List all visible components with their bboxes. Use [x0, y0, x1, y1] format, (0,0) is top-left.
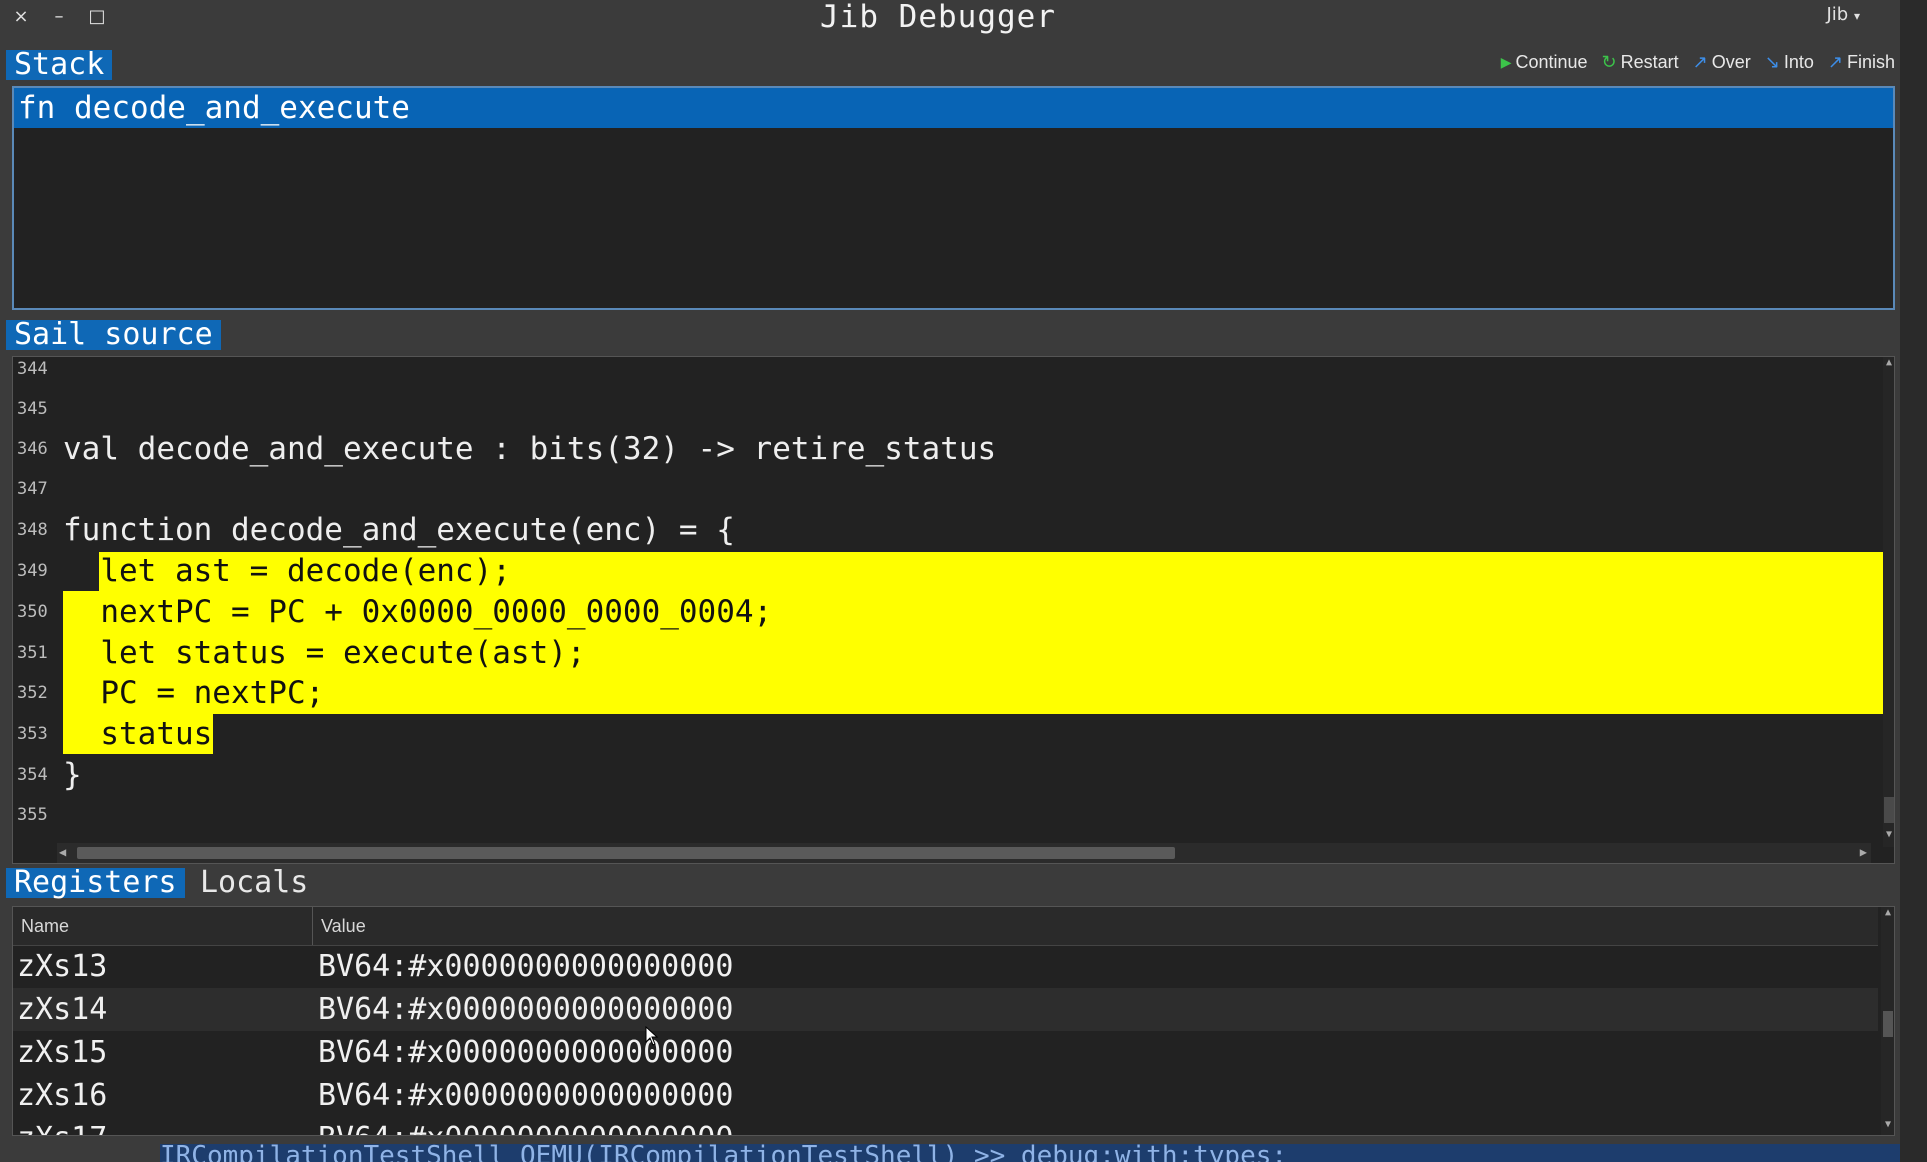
- window-title: Jib Debugger: [820, 0, 1056, 35]
- register-name: zXs16: [17, 1078, 108, 1113]
- source-line: 352 PC = nextPC;: [13, 673, 1871, 713]
- source-line: 354 }: [13, 755, 1871, 795]
- source-line: 355: [13, 795, 1871, 835]
- line-code: let status = execute(ast);: [63, 635, 586, 671]
- window-menu-label: Jib: [1826, 4, 1849, 25]
- source-line: 349 let ast = decode(enc);: [13, 551, 1871, 591]
- restart-button[interactable]: ↻ Restart: [1602, 52, 1679, 73]
- table-row[interactable]: zXs15 BV64:#x0000000000000000: [13, 1031, 1878, 1074]
- line-code: status: [63, 716, 213, 752]
- register-value: BV64:#x0000000000000000: [318, 992, 734, 1027]
- chevron-down-icon[interactable]: ▼: [1881, 1119, 1894, 1130]
- register-value: BV64:#x0000000000000000: [318, 949, 734, 984]
- source-line: 348 function decode_and_execute(enc) = {: [13, 510, 1871, 550]
- line-number: 353: [17, 724, 48, 744]
- line-code: }: [63, 757, 82, 793]
- register-name: zXs14: [17, 992, 108, 1027]
- line-number: 345: [17, 399, 48, 419]
- table-row[interactable]: zXs17 BV64:#x0000000000000000: [13, 1117, 1878, 1135]
- line-number: 352: [17, 683, 48, 703]
- line-code: PC = nextPC;: [63, 675, 325, 711]
- continue-button[interactable]: ▶ Continue: [1501, 52, 1588, 73]
- register-name: zXs15: [17, 1035, 108, 1070]
- line-number: 346: [17, 439, 48, 459]
- tab-registers[interactable]: Registers: [6, 868, 185, 898]
- register-name: zXs13: [17, 949, 108, 984]
- source-editor[interactable]: 344 345 346 val decode_and_execute : bit…: [12, 356, 1895, 864]
- into-label: Into: [1783, 52, 1814, 72]
- registers-vscroll-thumb[interactable]: [1883, 1011, 1893, 1037]
- table-header: Name Value: [13, 907, 1878, 946]
- chevron-right-icon[interactable]: ▶: [1860, 845, 1867, 859]
- chevron-up-icon[interactable]: ▲: [1881, 907, 1894, 918]
- step-over-button[interactable]: ↗ Over: [1693, 52, 1751, 73]
- play-icon: ▶: [1500, 54, 1512, 70]
- restart-icon: ↻: [1601, 52, 1617, 72]
- source-vertical-scrollbar[interactable]: ▲ ▼: [1883, 357, 1894, 847]
- chevron-down-icon[interactable]: ▼: [1883, 829, 1894, 843]
- source-vscroll-thumb[interactable]: [1884, 797, 1894, 823]
- source-line: 346 val decode_and_execute : bits(32) ->…: [13, 429, 1871, 469]
- table-row[interactable]: zXs13 BV64:#x0000000000000000: [13, 945, 1878, 988]
- source-hscroll-thumb[interactable]: [77, 847, 1175, 859]
- chevron-up-icon[interactable]: ▲: [1883, 357, 1894, 371]
- source-line: 347: [13, 469, 1871, 509]
- step-into-button[interactable]: ↘ Into: [1765, 52, 1814, 73]
- chevron-down-icon: ▾: [1853, 9, 1860, 23]
- table-row[interactable]: zXs16 BV64:#x0000000000000000: [13, 1074, 1878, 1117]
- line-number: 344: [17, 359, 48, 379]
- register-value: BV64:#x0000000000000000: [318, 1117, 733, 1135]
- registers-table: Name Value zXs13 BV64:#x0000000000000000…: [12, 906, 1895, 1136]
- finish-button[interactable]: ↗ Finish: [1828, 52, 1895, 73]
- step-out-icon: ↗: [1827, 52, 1843, 72]
- finish-label: Finish: [1846, 52, 1895, 72]
- source-line: 344: [13, 357, 1871, 389]
- line-number: 349: [17, 561, 48, 581]
- source-line: 350 nextPC = PC + 0x0000_0000_0000_0004;: [13, 592, 1871, 632]
- line-number: 351: [17, 643, 48, 663]
- step-over-icon: ↗: [1692, 52, 1708, 72]
- register-name: zXs17: [17, 1117, 107, 1135]
- source-line: 351 let status = execute(ast);: [13, 633, 1871, 673]
- line-code: val decode_and_execute : bits(32) -> ret…: [63, 431, 997, 467]
- step-into-icon: ↘: [1764, 52, 1780, 72]
- title-bar: × – □ Jib Debugger Jib ▾: [0, 0, 1900, 34]
- line-number: 347: [17, 479, 48, 499]
- stack-section-label: Stack: [6, 50, 113, 80]
- over-label: Over: [1711, 52, 1751, 72]
- line-code: let ast = decode(enc);: [63, 553, 511, 589]
- line-code: function decode_and_execute(enc) = {: [63, 512, 735, 548]
- stack-frame-row[interactable]: fn decode_and_execute: [14, 88, 1893, 128]
- continue-label: Continue: [1515, 52, 1588, 72]
- source-line: 345: [13, 389, 1871, 429]
- registers-vertical-scrollbar[interactable]: ▲ ▼: [1881, 907, 1894, 1135]
- source-horizontal-scrollbar[interactable]: ◀ ▶: [57, 843, 1871, 863]
- line-number: 350: [17, 602, 48, 622]
- adjacent-window-edge: [1900, 0, 1927, 1162]
- line-number: 354: [17, 765, 48, 785]
- line-code: nextPC = PC + 0x0000_0000_0000_0004;: [63, 594, 773, 630]
- debug-toolbar: ▶ Continue ↻ Restart ↗ Over ↘ Into ↗ Fin…: [1501, 52, 1895, 73]
- window-menu[interactable]: Jib ▾: [1826, 4, 1860, 25]
- source-section-label: Sail source: [6, 320, 221, 350]
- tab-locals[interactable]: Locals: [192, 868, 316, 898]
- mouse-cursor-icon: [645, 1025, 659, 1046]
- chevron-left-icon[interactable]: ◀: [59, 845, 66, 859]
- background-window-text: IRCompilationTestShell QEMU(IRCompilatio…: [160, 1144, 1900, 1162]
- stack-list: fn decode_and_execute: [12, 86, 1895, 310]
- table-row[interactable]: zXs14 BV64:#x0000000000000000: [13, 988, 1878, 1031]
- register-value: BV64:#x0000000000000000: [318, 1078, 734, 1113]
- restart-label: Restart: [1620, 52, 1679, 72]
- register-value: BV64:#x0000000000000000: [318, 1035, 734, 1070]
- column-header-value[interactable]: Value: [313, 907, 1878, 945]
- column-header-name[interactable]: Name: [13, 907, 313, 945]
- source-line: 353 status: [13, 714, 1871, 754]
- line-number: 348: [17, 520, 48, 540]
- line-number: 355: [17, 805, 48, 825]
